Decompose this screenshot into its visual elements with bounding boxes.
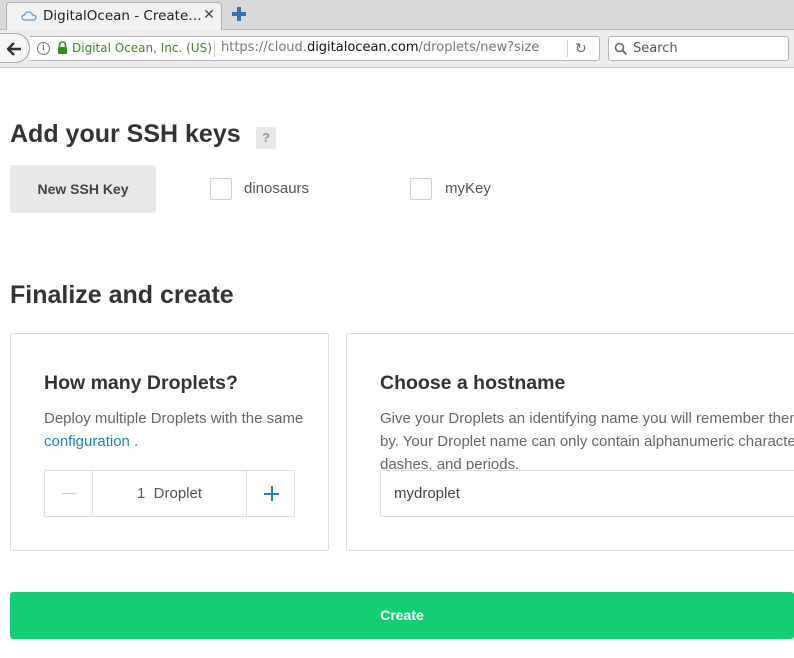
droplet-count-value: 1 Droplet [93, 471, 246, 516]
droplet-count-title: How many Droplets? [44, 372, 238, 394]
hostname-input[interactable] [380, 470, 794, 517]
new-ssh-key-button[interactable]: New SSH Key [10, 165, 156, 213]
plus-icon-vertical [271, 486, 273, 501]
ssh-help-badge[interactable]: ? [256, 127, 276, 149]
address-bar[interactable]: i Digital Ocean, Inc. (US) https://cloud… [30, 36, 600, 61]
navigation-toolbar: i Digital Ocean, Inc. (US) https://cloud… [0, 30, 794, 68]
lock-icon [58, 41, 67, 54]
reload-divider [567, 40, 568, 57]
tab-title: DigitalOcean - Create… [43, 8, 202, 24]
digitalocean-cloud-icon [21, 11, 37, 21]
reload-icon[interactable]: ↻ [575, 41, 591, 57]
hostname-title: Choose a hostname [380, 372, 566, 394]
droplet-desc-period: . [134, 433, 139, 450]
info-icon[interactable]: i [37, 42, 50, 55]
ssh-keys-heading: Add your SSH keys [10, 120, 241, 148]
configuration-link[interactable]: configuration [44, 433, 130, 450]
finalize-heading: Finalize and create [10, 281, 234, 309]
increment-button[interactable] [246, 471, 295, 516]
browser-tab[interactable]: DigitalOcean - Create… ✕ [6, 2, 222, 30]
ssh-key-checkbox-mykey[interactable] [410, 178, 432, 200]
droplet-count-number: 1 [136, 485, 146, 502]
droplet-desc-text: Deploy multiple Droplets with the same [44, 410, 304, 427]
droplet-count-description: Deploy multiple Droplets with the same c… [44, 407, 304, 453]
hostname-card: Choose a hostname Give your Droplets an … [346, 333, 794, 551]
new-tab-icon[interactable] [230, 5, 248, 23]
close-tab-icon[interactable]: ✕ [201, 6, 217, 24]
search-icon [614, 42, 628, 56]
droplet-count-card: How many Droplets? Deploy multiple Dropl… [10, 333, 329, 551]
droplet-quantity-stepper: 1 Droplet [44, 470, 295, 517]
back-arrow-icon [6, 42, 21, 56]
url-host: digitalocean.com [306, 40, 419, 55]
hostname-description: Give your Droplets an identifying name y… [380, 410, 794, 473]
ssh-key-label-dinosaurs[interactable]: dinosaurs [244, 180, 309, 197]
certificate-owner[interactable]: Digital Ocean, Inc. (US) [72, 41, 212, 55]
droplet-count-unit: Droplet [153, 485, 203, 502]
browser-tab-strip: DigitalOcean - Create… ✕ [0, 0, 794, 30]
url-divider [214, 40, 215, 57]
create-button[interactable]: Create [10, 592, 794, 639]
decrement-button[interactable] [45, 471, 93, 516]
url-path: /droplets/new?size [418, 40, 540, 55]
search-bar[interactable]: Search [608, 36, 789, 61]
ssh-key-checkbox-dinosaurs[interactable] [210, 178, 232, 200]
back-button[interactable] [0, 33, 30, 63]
url-text[interactable]: https://cloud.digitalocean.com/droplets/… [221, 40, 539, 55]
search-placeholder: Search [633, 41, 678, 56]
minus-icon [62, 493, 76, 494]
ssh-key-label-mykey[interactable]: myKey [445, 180, 491, 197]
url-prefix: https://cloud. [221, 40, 307, 55]
